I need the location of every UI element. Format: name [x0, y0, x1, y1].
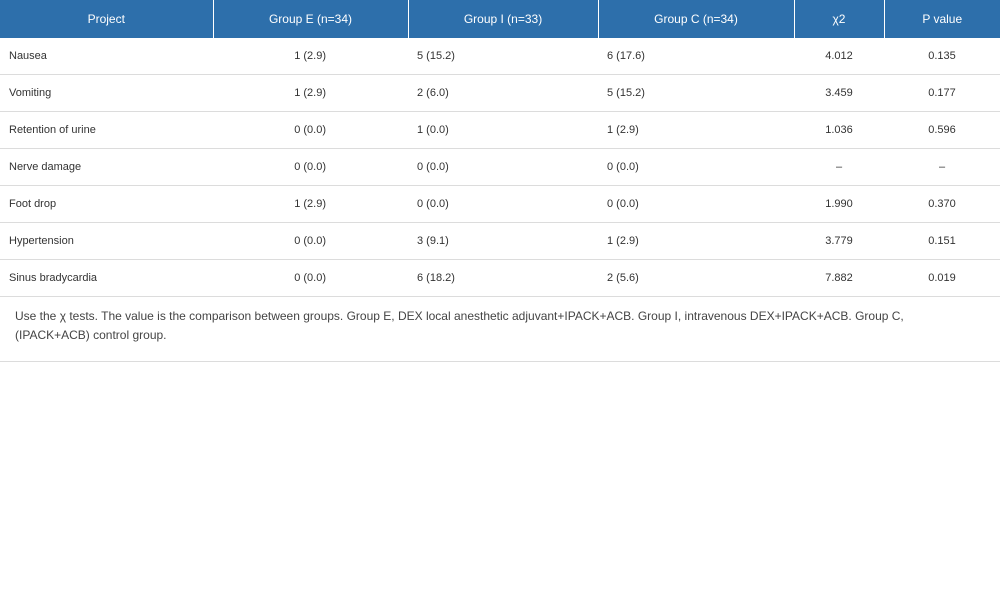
cell-group-c: 1 (2.9)	[598, 111, 794, 149]
cell-group-c: 0 (0.0)	[598, 148, 794, 186]
table-header: Project Group E (n=34) Group I (n=33) Gr…	[0, 0, 1000, 38]
table-row: Nausea 1 (2.9) 5 (15.2) 6 (17.6) 4.012 0…	[0, 38, 1000, 75]
table-row: Nerve damage 0 (0.0) 0 (0.0) 0 (0.0) – –	[0, 148, 1000, 186]
cell-project: Nausea	[0, 38, 213, 75]
cell-group-c: 2 (5.6)	[598, 259, 794, 297]
cell-group-e: 0 (0.0)	[213, 222, 408, 260]
header-row: Project Group E (n=34) Group I (n=33) Gr…	[0, 0, 1000, 38]
cell-group-e: 1 (2.9)	[213, 74, 408, 112]
table-row: Vomiting 1 (2.9) 2 (6.0) 5 (15.2) 3.459 …	[0, 74, 1000, 112]
cell-group-c: 5 (15.2)	[598, 74, 794, 112]
cell-project: Nerve damage	[0, 148, 213, 186]
cell-group-c: 1 (2.9)	[598, 222, 794, 260]
cell-p-value: –	[884, 148, 1000, 186]
cell-project: Foot drop	[0, 185, 213, 223]
cell-p-value: 0.151	[884, 222, 1000, 260]
cell-chi-square: 3.779	[794, 222, 884, 260]
table-row: Retention of urine 0 (0.0) 1 (0.0) 1 (2.…	[0, 111, 1000, 149]
cell-group-i: 1 (0.0)	[408, 111, 598, 149]
cell-group-i: 0 (0.0)	[408, 185, 598, 223]
table-footnote: Use the χ tests. The value is the compar…	[0, 297, 1000, 362]
header-group-e: Group E (n=34)	[213, 0, 409, 38]
cell-group-i: 6 (18.2)	[408, 259, 598, 297]
cell-p-value: 0.596	[884, 111, 1000, 149]
cell-chi-square: 1.036	[794, 111, 884, 149]
cell-chi-square: 3.459	[794, 74, 884, 112]
cell-p-value: 0.370	[884, 185, 1000, 223]
cell-project: Vomiting	[0, 74, 213, 112]
header-project: Project	[0, 0, 214, 38]
cell-group-i: 2 (6.0)	[408, 74, 598, 112]
cell-chi-square: –	[794, 148, 884, 186]
cell-group-e: 0 (0.0)	[213, 259, 408, 297]
cell-chi-square: 7.882	[794, 259, 884, 297]
header-chi-square: χ2	[794, 0, 885, 38]
cell-project: Hypertension	[0, 222, 213, 260]
cell-p-value: 0.135	[884, 38, 1000, 75]
adverse-events-table: Project Group E (n=34) Group I (n=33) Gr…	[0, 0, 1000, 297]
cell-group-i: 3 (9.1)	[408, 222, 598, 260]
cell-group-c: 0 (0.0)	[598, 185, 794, 223]
data-table-container: Project Group E (n=34) Group I (n=33) Gr…	[0, 0, 1000, 362]
cell-group-e: 0 (0.0)	[213, 148, 408, 186]
table-body: Nausea 1 (2.9) 5 (15.2) 6 (17.6) 4.012 0…	[0, 38, 1000, 297]
cell-group-c: 6 (17.6)	[598, 38, 794, 75]
cell-chi-square: 1.990	[794, 185, 884, 223]
cell-p-value: 0.019	[884, 259, 1000, 297]
table-row: Hypertension 0 (0.0) 3 (9.1) 1 (2.9) 3.7…	[0, 222, 1000, 260]
header-group-c: Group C (n=34)	[598, 0, 795, 38]
table-row: Sinus bradycardia 0 (0.0) 6 (18.2) 2 (5.…	[0, 259, 1000, 297]
cell-group-e: 1 (2.9)	[213, 185, 408, 223]
cell-group-e: 0 (0.0)	[213, 111, 408, 149]
header-p-value: P value	[884, 0, 1000, 38]
cell-group-e: 1 (2.9)	[213, 38, 408, 75]
cell-group-i: 5 (15.2)	[408, 38, 598, 75]
cell-group-i: 0 (0.0)	[408, 148, 598, 186]
cell-project: Retention of urine	[0, 111, 213, 149]
cell-chi-square: 4.012	[794, 38, 884, 75]
header-group-i: Group I (n=33)	[408, 0, 599, 38]
cell-p-value: 0.177	[884, 74, 1000, 112]
table-row: Foot drop 1 (2.9) 0 (0.0) 0 (0.0) 1.990 …	[0, 185, 1000, 223]
cell-project: Sinus bradycardia	[0, 259, 213, 297]
